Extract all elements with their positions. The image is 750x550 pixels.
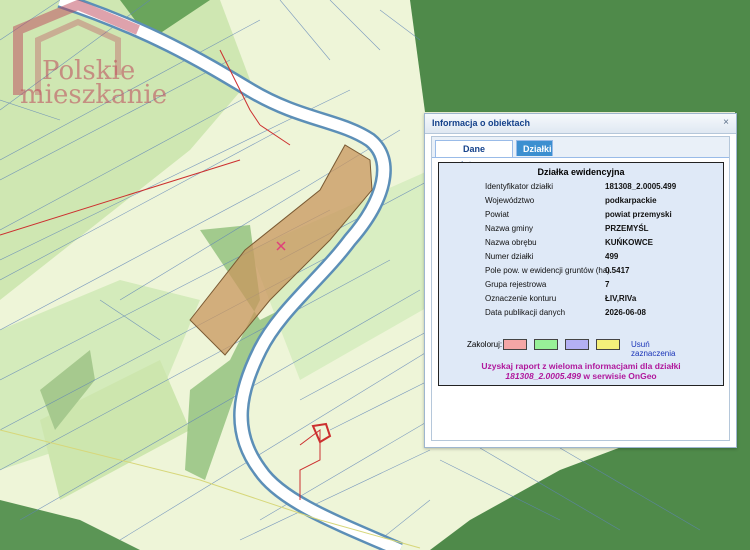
attribute-value: 2026-06-08: [605, 308, 646, 317]
panel-title: Informacja o obiektach: [432, 118, 531, 128]
object-info-window: Informacja o obiektach × Dane podstawowe…: [424, 113, 737, 448]
report-suffix: w serwisie OnGeo: [583, 371, 657, 381]
attribute-label: Identyfikator działki: [485, 182, 554, 191]
attribute-label: Data publikacji danych: [485, 308, 566, 317]
color-swatch-blue[interactable]: [565, 339, 589, 350]
report-parcel-id: 181308_2.0005.499: [505, 371, 582, 381]
attribute-row: Grupa rejestrowa 7: [439, 280, 723, 294]
clear-selection-link[interactable]: Usuń zaznaczenia: [631, 340, 675, 358]
attribute-row: Województwo podkarpackie: [439, 196, 723, 210]
attribute-row: Powiat powiat przemyski: [439, 210, 723, 224]
attribute-label: Grupa rejestrowa: [485, 280, 547, 289]
attribute-row: Nazwa gminy PRZEMYŚL: [439, 224, 723, 238]
attribute-value: podkarpackie: [605, 196, 657, 205]
color-swatch-yellow[interactable]: [596, 339, 620, 350]
attribute-label: Oznaczenie konturu: [485, 294, 557, 303]
attribute-label: Powiat: [485, 210, 510, 219]
section-title: Działka ewidencyjna: [537, 167, 625, 177]
tab-plots[interactable]: Działki: [516, 140, 553, 156]
attribute-value: KUŃKOWCE: [605, 238, 653, 247]
panel-header[interactable]: Informacja o obiektach ×: [425, 114, 736, 134]
attribute-value: powiat przemyski: [605, 210, 672, 219]
attribute-row: Pole pow. w ewidencji gruntów (ha) 0.541…: [439, 266, 723, 280]
attribute-label: Numer działki: [485, 252, 534, 261]
colorize-label: Zakoloruj:: [467, 340, 503, 349]
ongeo-report-link[interactable]: Uzyskaj raport z wieloma informacjami dl…: [443, 361, 719, 381]
attribute-label: Pole pow. w ewidencji gruntów (ha): [485, 266, 610, 275]
report-prefix: Uzyskaj raport z wieloma informacjami dl…: [481, 361, 681, 371]
attribute-row: Nazwa obrębu KUŃKOWCE: [439, 238, 723, 252]
color-swatch-green[interactable]: [534, 339, 558, 350]
tab-bar: Dane podstawowe Działki: [432, 137, 729, 170]
attribute-value: 181308_2.0005.499: [605, 182, 677, 191]
attribute-row: Identyfikator działki 181308_2.0005.499: [439, 182, 723, 196]
attribute-value: 0.5417: [605, 266, 630, 275]
attribute-value: 499: [605, 252, 619, 261]
color-swatch-red[interactable]: [503, 339, 527, 350]
watermark-line2: mieszkanie: [20, 80, 168, 110]
tab-basic-data[interactable]: Dane podstawowe: [435, 140, 513, 170]
panel-body: Dane podstawowe Działki Działka ewidency…: [431, 136, 730, 441]
watermark-logo: Polskie mieszkanie: [8, 0, 167, 110]
attribute-value: 7: [605, 280, 610, 289]
attribute-label: Województwo: [485, 196, 535, 205]
attribute-value: ŁIV,RIVa: [605, 294, 637, 303]
attribute-row: Data publikacji danych 2026-06-08: [439, 308, 723, 322]
attribute-label: Nazwa gminy: [485, 224, 534, 233]
attribute-row: Oznaczenie konturu ŁIV,RIVa: [439, 294, 723, 308]
plot-details: Działka ewidencyjna Identyfikator działk…: [438, 162, 724, 386]
attribute-label: Nazwa obrębu: [485, 238, 537, 247]
attribute-row: Numer działki 499: [439, 252, 723, 266]
close-icon[interactable]: ×: [723, 117, 729, 128]
attribute-value: PRZEMYŚL: [605, 224, 649, 233]
